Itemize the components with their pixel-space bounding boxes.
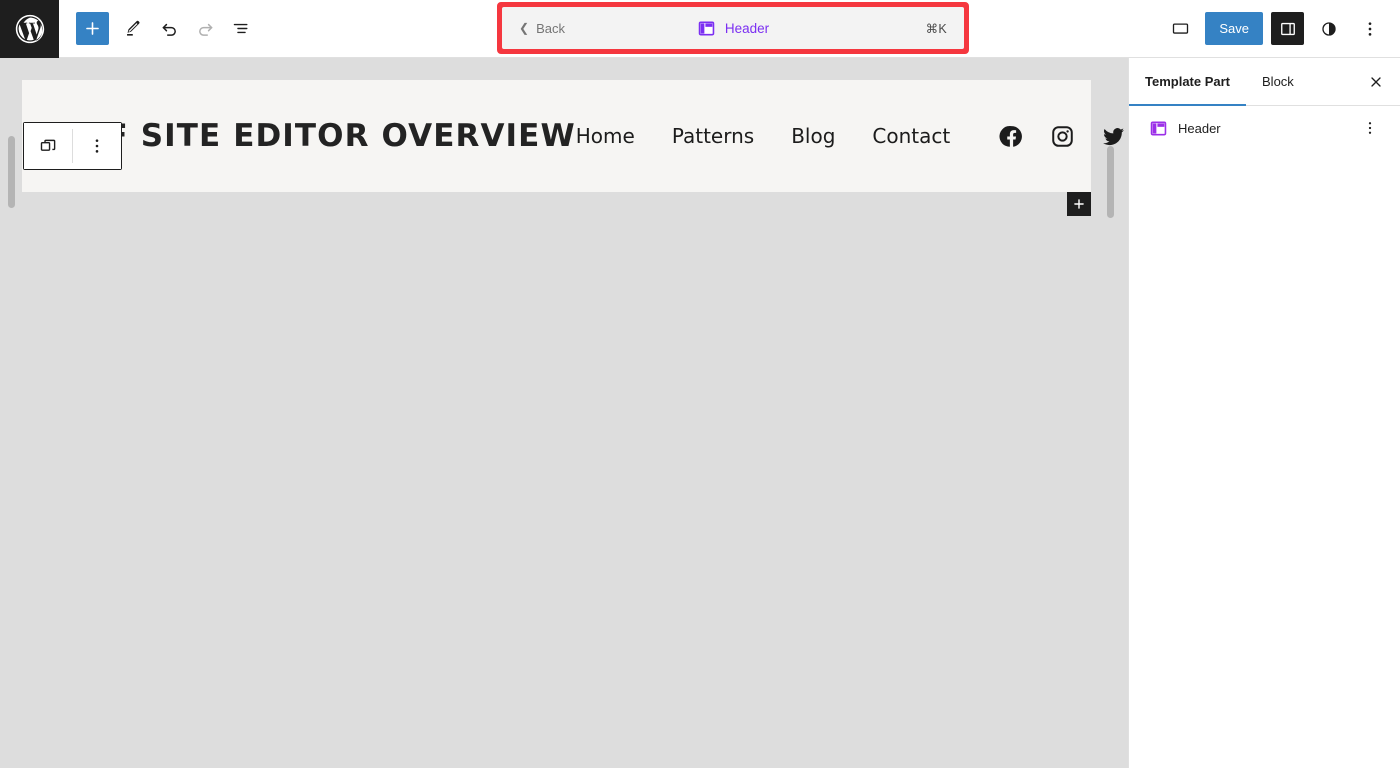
facebook-icon[interactable]: [999, 124, 1024, 149]
header-template-part-preview[interactable]: GF SITE EDITOR OVERVIEW Home Patterns Bl…: [22, 80, 1125, 192]
redo-button[interactable]: [187, 11, 223, 47]
editor-top-bar: ❮ Back Header ⌘K Save: [0, 0, 1400, 58]
instagram-icon[interactable]: [1050, 124, 1075, 149]
command-bar-title: Header: [724, 20, 770, 36]
editor-tool-group: [59, 11, 259, 47]
template-part-icon: [1150, 121, 1167, 135]
wordpress-logo-icon[interactable]: [0, 0, 59, 58]
nav-link-home[interactable]: Home: [576, 124, 635, 148]
template-part-row-header[interactable]: Header: [1129, 106, 1400, 150]
command-bar-title-group: Header: [502, 19, 964, 38]
site-header-inner: GF SITE EDITOR OVERVIEW Home Patterns Bl…: [22, 80, 1125, 192]
close-icon[interactable]: [1352, 58, 1400, 105]
device-preview-button[interactable]: [1164, 12, 1197, 45]
editor-right-tools: Save: [1164, 12, 1400, 45]
styles-button[interactable]: [1312, 12, 1345, 45]
social-links: [999, 124, 1126, 149]
sidebar-tabs: Template Part Block: [1129, 58, 1400, 106]
command-bar-highlight: ❮ Back Header ⌘K: [497, 2, 969, 54]
settings-sidebar: Template Part Block Header: [1128, 58, 1400, 768]
save-button[interactable]: Save: [1205, 12, 1263, 45]
command-bar[interactable]: ❮ Back Header ⌘K: [502, 7, 964, 49]
undo-button[interactable]: [151, 11, 187, 47]
canvas-scrollbar-right[interactable]: [1107, 146, 1114, 218]
command-bar-shortcut: ⌘K: [925, 21, 947, 36]
chevron-left-icon: ❮: [519, 21, 530, 35]
site-title[interactable]: GF SITE EDITOR OVERVIEW: [80, 118, 576, 154]
nav-link-contact[interactable]: Contact: [872, 124, 950, 148]
site-navigation: Home Patterns Blog Contact: [576, 124, 1126, 149]
template-part-row-menu-button[interactable]: [1356, 114, 1384, 142]
block-toolbar: [23, 122, 122, 170]
select-parent-block-button[interactable]: [24, 123, 72, 169]
tab-template-part[interactable]: Template Part: [1129, 58, 1247, 106]
nav-link-blog[interactable]: Blog: [791, 124, 835, 148]
back-button[interactable]: ❮ Back: [519, 21, 565, 36]
twitter-icon[interactable]: [1101, 124, 1126, 149]
tab-block[interactable]: Block: [1246, 58, 1310, 105]
nav-link-patterns[interactable]: Patterns: [672, 124, 754, 148]
site-editor-app: ❮ Back Header ⌘K Save GF SITE EDITOR OVE…: [0, 0, 1400, 768]
tools-button[interactable]: [115, 11, 151, 47]
template-part-row-label: Header: [1178, 120, 1221, 136]
editor-canvas[interactable]: GF SITE EDITOR OVERVIEW Home Patterns Bl…: [0, 58, 1128, 768]
block-options-button[interactable]: [73, 123, 121, 169]
settings-sidebar-toggle[interactable]: [1271, 12, 1304, 45]
template-part-icon: [698, 21, 715, 35]
back-label: Back: [536, 20, 565, 36]
canvas-scrollbar-left[interactable]: [8, 136, 15, 208]
options-menu-button[interactable]: [1353, 12, 1386, 45]
editor-body: GF SITE EDITOR OVERVIEW Home Patterns Bl…: [0, 58, 1400, 768]
block-inserter-button[interactable]: [76, 12, 109, 45]
block-appender-button[interactable]: [1067, 192, 1091, 216]
list-view-button[interactable]: [223, 11, 259, 47]
